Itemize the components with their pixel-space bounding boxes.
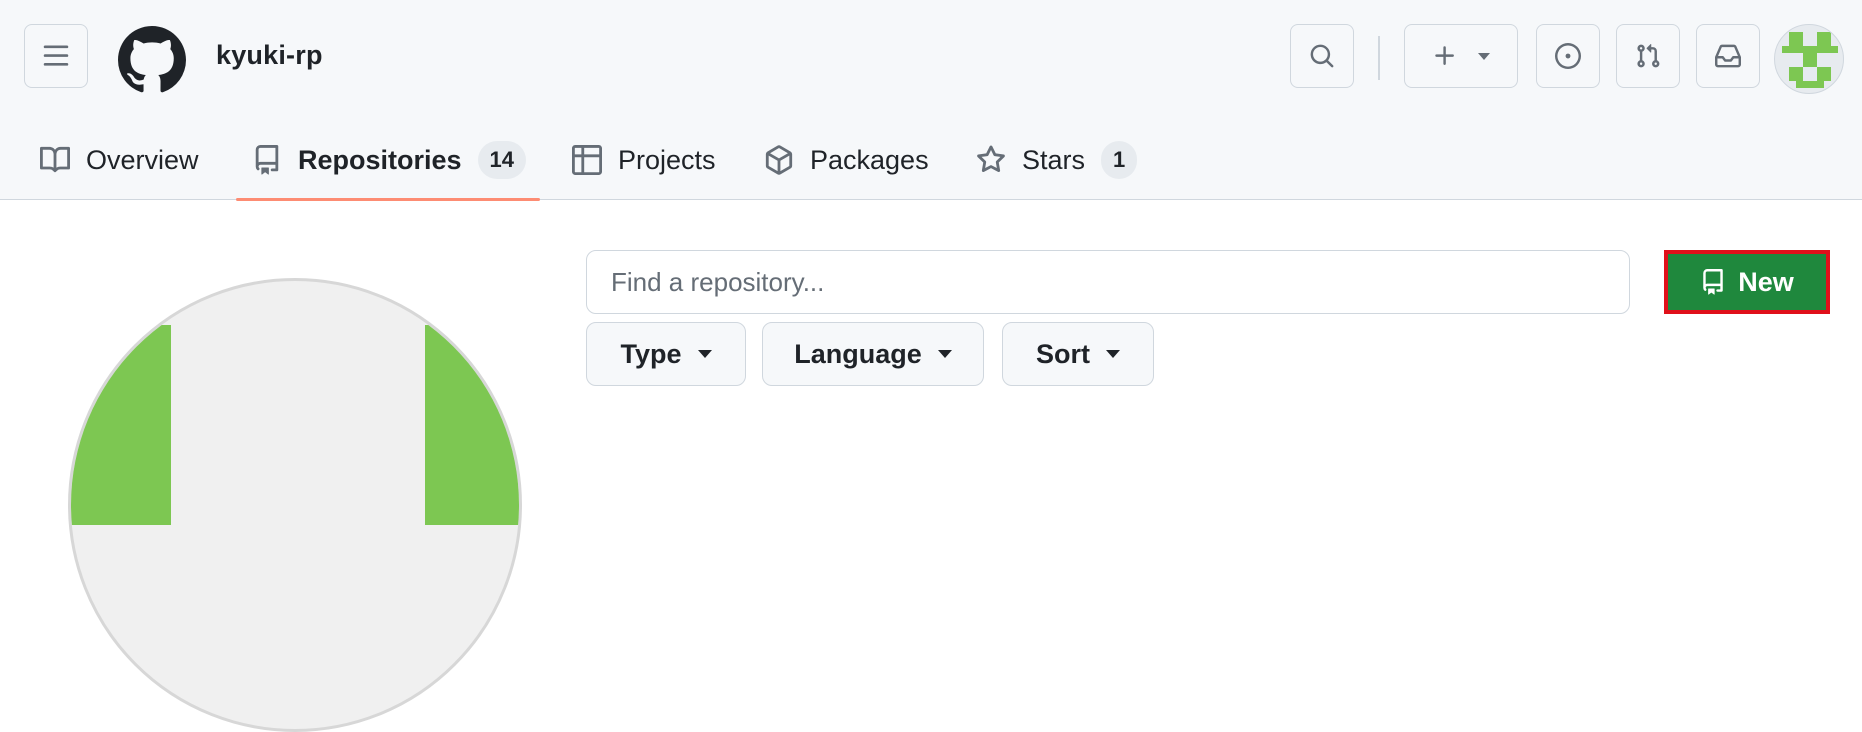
- profile-avatar[interactable]: [68, 278, 522, 732]
- tab-repositories-label: Repositories: [298, 144, 462, 175]
- tab-repositories[interactable]: Repositories 14: [235, 120, 541, 201]
- issues-button[interactable]: [1536, 24, 1600, 88]
- package-icon: [765, 145, 793, 175]
- tab-projects-label: Projects: [618, 144, 716, 175]
- search-icon: [1310, 44, 1334, 68]
- profile-tabs: Overview Repositories 14 Projects Packag…: [0, 120, 1862, 201]
- tab-packages-label: Packages: [810, 144, 929, 175]
- type-filter-button[interactable]: Type: [586, 322, 746, 386]
- identicon-icon: [1782, 32, 1838, 88]
- sort-filter-button[interactable]: Sort: [1002, 322, 1154, 386]
- tab-packages[interactable]: Packages: [764, 120, 929, 200]
- language-filter-button[interactable]: Language: [762, 322, 984, 386]
- tab-stars-label: Stars: [1022, 144, 1086, 175]
- plus-icon: [1435, 46, 1454, 65]
- repositories-count-badge: 14: [477, 141, 527, 179]
- star-icon: [977, 145, 1005, 173]
- new-button-label: New: [1738, 266, 1794, 297]
- stars-count-badge: 1: [1101, 141, 1138, 179]
- tab-stars[interactable]: Stars 1: [976, 120, 1138, 200]
- issue-icon: [1555, 43, 1581, 69]
- language-filter-label: Language: [794, 338, 922, 369]
- menu-button[interactable]: [24, 24, 88, 88]
- inbox-button[interactable]: [1696, 24, 1760, 88]
- app-header: kyuki-rp Overview Repositories 14 Projec…: [0, 0, 1862, 201]
- tab-projects[interactable]: Projects: [572, 120, 716, 200]
- pull-request-icon: [1637, 43, 1660, 68]
- username-link[interactable]: kyuki-rp: [216, 40, 323, 71]
- pull-requests-button[interactable]: [1616, 24, 1680, 88]
- avatar-block-left: [71, 325, 171, 525]
- table-icon: [572, 145, 602, 175]
- github-logo-icon[interactable]: [118, 26, 186, 94]
- book-icon: [40, 146, 70, 173]
- top-bar: kyuki-rp: [0, 0, 1862, 112]
- search-button[interactable]: [1290, 24, 1354, 88]
- chevron-down-icon: [697, 350, 712, 358]
- repo-icon: [1703, 269, 1723, 295]
- chevron-down-icon: [1478, 52, 1490, 60]
- find-repository-input[interactable]: [586, 250, 1630, 314]
- chevron-down-icon: [937, 350, 952, 358]
- user-avatar[interactable]: [1774, 24, 1844, 94]
- tab-overview-label: Overview: [86, 144, 199, 175]
- new-repository-button[interactable]: New: [1664, 250, 1830, 314]
- header-divider: [1378, 36, 1380, 80]
- avatar-block-right: [425, 325, 519, 525]
- repo-icon: [255, 145, 279, 175]
- hamburger-icon: [43, 45, 69, 66]
- tab-overview[interactable]: Overview: [40, 120, 199, 200]
- type-filter-label: Type: [620, 338, 682, 369]
- chevron-down-icon: [1106, 350, 1120, 358]
- inbox-icon: [1715, 44, 1741, 68]
- create-new-button[interactable]: [1404, 24, 1518, 88]
- sort-filter-label: Sort: [1036, 338, 1090, 369]
